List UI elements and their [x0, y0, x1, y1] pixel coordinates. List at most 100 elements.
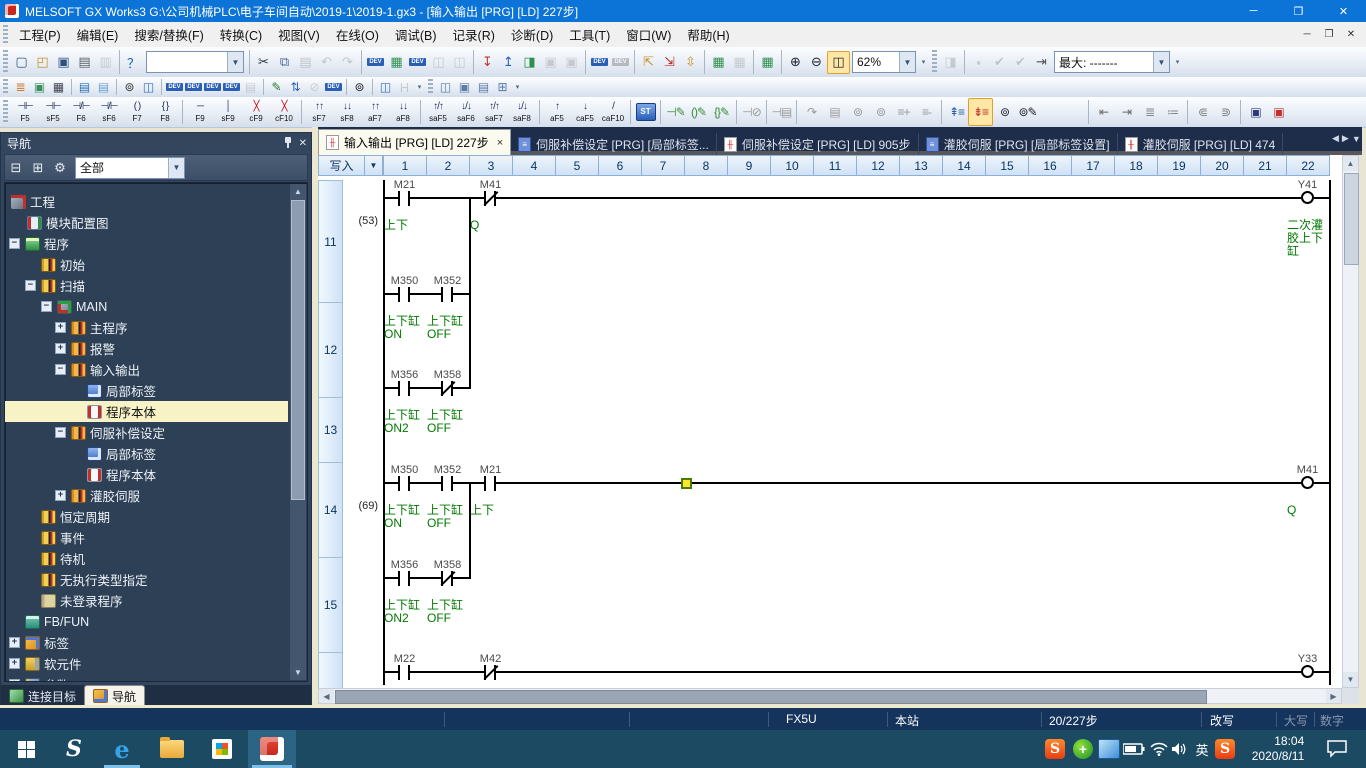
dock-window-button[interactable]: ▣	[30, 79, 49, 96]
collapse-icon[interactable]: −	[25, 280, 36, 291]
dev-write-button[interactable]: DEV	[589, 52, 610, 73]
menu-d[interactable]: 诊断(D)	[503, 22, 561, 47]
nav-bottom-tab[interactable]: 连接目标	[1, 686, 84, 706]
stop-gray-button[interactable]: ▪	[968, 52, 989, 73]
device-monitor-button[interactable]: ▦	[386, 52, 407, 73]
write-to-plc-button[interactable]: ↧	[477, 52, 498, 73]
monitor-stop-button[interactable]: ▦	[729, 52, 750, 73]
dev-display-button[interactable]: DEV	[324, 79, 343, 96]
zoom-find-button[interactable]: ⊚	[993, 99, 1016, 125]
tab-scroll-right-icon[interactable]: ▶	[1342, 133, 1349, 144]
print-button[interactable]: ▤	[74, 52, 95, 73]
scroll-up-icon[interactable]: ▲	[290, 184, 306, 199]
tree-item-8[interactable]: −输入输出	[5, 359, 288, 380]
ladder-read-button[interactable]: ⇲	[659, 52, 680, 73]
close-panel-icon[interactable]: ✕	[299, 138, 307, 149]
tree-item-21[interactable]: +标签	[5, 632, 288, 653]
zoom-combo[interactable]: 62%▼	[852, 51, 916, 73]
scroll-left-icon[interactable]: ◀	[319, 689, 334, 703]
display-template-button[interactable]: ⇞≡	[945, 99, 968, 125]
menu-r[interactable]: 记录(R)	[445, 22, 503, 47]
document-tab-0[interactable]: ╫输入输出 [PRG] [LD] 227步×	[318, 129, 511, 155]
menu-o[interactable]: 在线(O)	[328, 22, 387, 47]
edit-mode-cell[interactable]: 写入	[318, 155, 365, 176]
ladder-write-button[interactable]: ⇱	[638, 52, 659, 73]
wrap-b-button[interactable]: ⋑	[1214, 99, 1237, 125]
falling-pulse-button[interactable]: ↓↓sF8	[333, 99, 361, 125]
pulse-conversion-button[interactable]: ↑aF5	[543, 99, 571, 125]
simulation-button[interactable]: ◨	[940, 52, 961, 73]
zoom-edit-button[interactable]: ⊚✎	[1016, 99, 1039, 125]
tree-item-17[interactable]: 待机	[5, 548, 288, 569]
dev-memory-button[interactable]: DEV	[184, 79, 203, 96]
mode-dropdown-icon[interactable]: ▼	[364, 155, 383, 176]
tab-list-icon[interactable]: ▼	[1352, 134, 1361, 144]
close-button[interactable]: ✕	[1321, 0, 1366, 22]
tray-volume[interactable]	[1166, 730, 1192, 768]
device-find-button[interactable]: DEV	[365, 52, 386, 73]
settings-gear-button[interactable]: ⚙	[49, 157, 71, 178]
mdi-restore-button[interactable]: ❐	[1318, 26, 1340, 44]
vertical-scrollbar[interactable]: ▲ ▼	[1342, 155, 1359, 688]
edit-instruction-button[interactable]: {}✎	[710, 99, 733, 125]
tree-item-10[interactable]: 程序本体	[5, 401, 288, 422]
collapse-icon[interactable]: −	[9, 238, 20, 249]
delete-horizontal-line-button[interactable]: ╳cF9	[242, 99, 270, 125]
close-tab-icon[interactable]: ×	[497, 137, 503, 149]
horizontal-line-button[interactable]: ─F9	[186, 99, 214, 125]
edit-contact-button[interactable]: ⊣✎	[664, 99, 687, 125]
input-instruction-button[interactable]: ST	[634, 99, 657, 125]
new-project-button[interactable]: ▢	[11, 52, 32, 73]
inline-st-button[interactable]: ⊣▤	[770, 99, 793, 125]
zoom-out-button[interactable]: ⊖	[806, 52, 827, 73]
tree-item-3[interactable]: 初始	[5, 254, 288, 275]
menu-h[interactable]: 帮助(H)	[679, 22, 737, 47]
parallel-falling-pulse-button[interactable]: ↓↓aF8	[389, 99, 417, 125]
align-a-button[interactable]: ≣	[1138, 99, 1161, 125]
expand-icon[interactable]: +	[55, 322, 66, 333]
remote-b-button[interactable]: ▣	[561, 52, 582, 73]
open-contact-button[interactable]: ⊣⊢F5	[11, 99, 39, 125]
parallel-close-contact-button[interactable]: ⊣/⊢sF6	[95, 99, 123, 125]
tray-language[interactable]: 英	[1190, 730, 1214, 768]
tree-sort-button[interactable]: ⊟	[5, 157, 27, 178]
collapse-icon[interactable]: −	[55, 364, 66, 375]
tree-item-7[interactable]: +报警	[5, 338, 288, 359]
expand-icon[interactable]: +	[9, 658, 20, 669]
delete-row-button[interactable]: ≡-	[915, 99, 938, 125]
check-program-button[interactable]: ✔	[989, 52, 1010, 73]
disable-gray-button[interactable]: ⊘	[305, 79, 324, 96]
tree-item-18[interactable]: 无执行类型指定	[5, 569, 288, 590]
scroll-down-icon[interactable]: ▼	[290, 665, 306, 680]
save-project-button[interactable]: ▣	[53, 52, 74, 73]
remote-a-button[interactable]: ▣	[540, 52, 561, 73]
copy-button[interactable]: ⧉	[274, 52, 295, 73]
tree-item-22[interactable]: +软元件	[5, 653, 288, 674]
check-param-button[interactable]: ✔	[1010, 52, 1031, 73]
parallel-rising-close-button[interactable]: ↑/↑saF7	[480, 99, 508, 125]
scroll-thumb[interactable]	[1344, 173, 1359, 265]
minimize-button[interactable]: ─	[1231, 0, 1276, 22]
tree-item-13[interactable]: 程序本体	[5, 464, 288, 485]
label-list-button[interactable]: ▤	[94, 79, 113, 96]
ladder-editor[interactable]: 写入▼1234567891011121314151617181920212211…	[318, 155, 1342, 688]
maximize-button[interactable]: ❐	[1276, 0, 1321, 22]
expand-icon[interactable]: +	[9, 679, 20, 682]
tray-sogou-2[interactable]: S	[1212, 730, 1238, 768]
tree-item-19[interactable]: 未登录程序	[5, 590, 288, 611]
tray-clock[interactable]: 18:04 2020/8/11	[1242, 730, 1314, 768]
rising-pulse-button[interactable]: ↑↑sF7	[305, 99, 333, 125]
vertical-line-button[interactable]: │sF9	[214, 99, 242, 125]
menu-w[interactable]: 窗口(W)	[618, 22, 679, 47]
application-instruction-button[interactable]: { }F8	[151, 99, 179, 125]
toolbar-overflow-button[interactable]: ▾	[1172, 50, 1183, 74]
scroll-right-icon[interactable]: ▶	[1326, 689, 1341, 703]
mdi-close-button[interactable]: ✕	[1340, 26, 1362, 44]
find-window-button[interactable]: ◫	[139, 79, 158, 96]
device-a-button[interactable]: ◫	[428, 52, 449, 73]
zoom-in-button[interactable]: ⊕	[785, 52, 806, 73]
doc-gray-button[interactable]: ▤	[241, 79, 260, 96]
taskbar-app-store[interactable]	[200, 730, 244, 768]
taskbar-app-edge[interactable]: e	[100, 730, 144, 768]
taskbar-app-explorer[interactable]	[150, 730, 194, 768]
